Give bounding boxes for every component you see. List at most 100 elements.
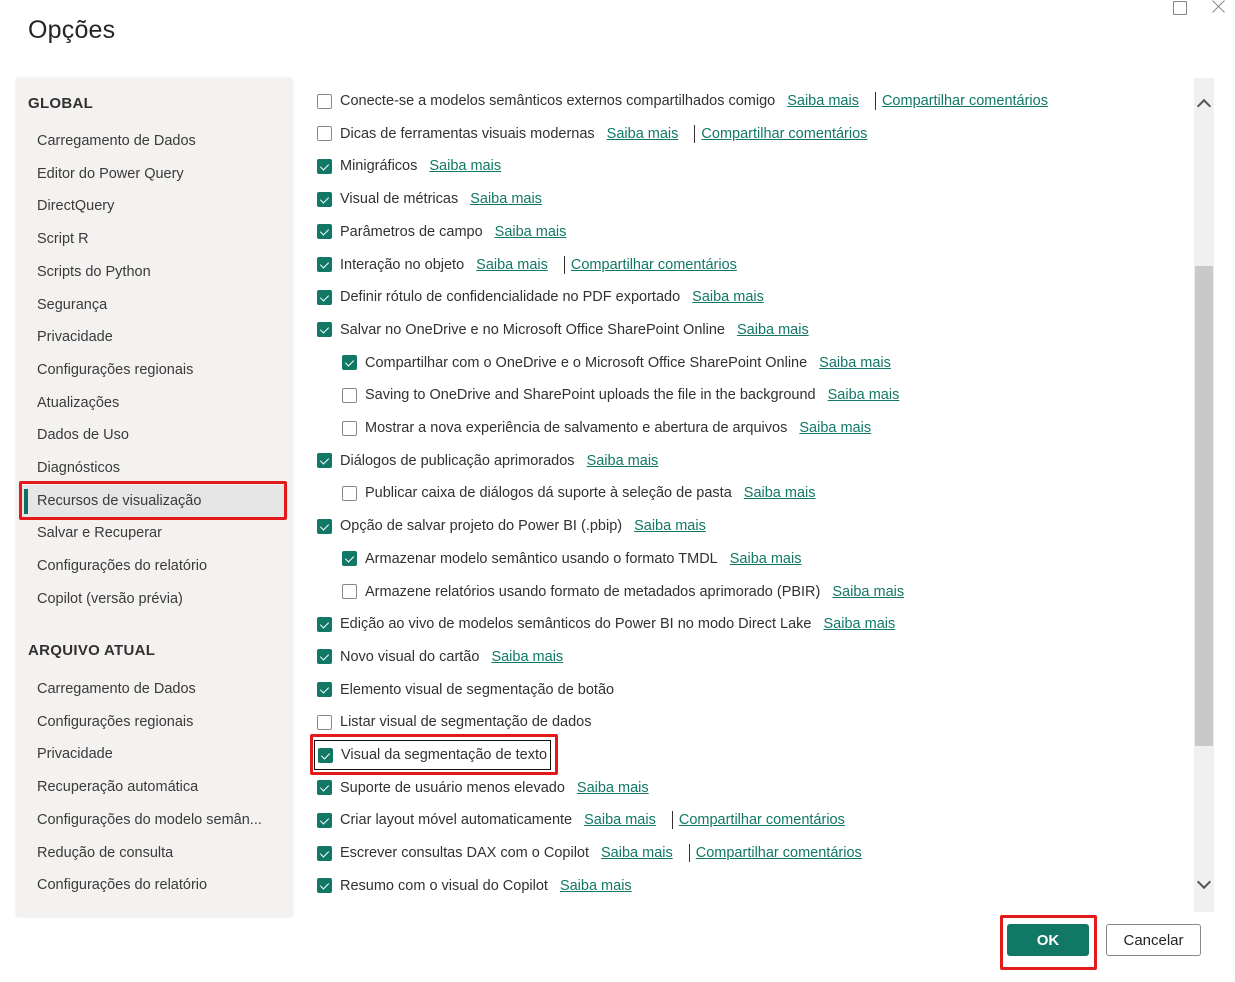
learn-more-link[interactable]: Saiba mais	[634, 518, 706, 534]
option-label[interactable]: Definir rótulo de confidencialidade no P…	[340, 289, 680, 305]
checkbox-checked[interactable]	[318, 747, 333, 763]
checkbox-checked[interactable]	[317, 158, 332, 174]
option-label[interactable]: Dicas de ferramentas visuais modernas	[340, 126, 595, 142]
learn-more-link[interactable]: Saiba mais	[824, 616, 896, 632]
learn-more-link[interactable]: Saiba mais	[607, 126, 679, 142]
checkbox-checked[interactable]	[317, 191, 332, 207]
sidebar-item-global[interactable]: Script R	[20, 223, 288, 256]
sidebar-item-global[interactable]: Diagnósticos	[20, 452, 288, 485]
checkbox-unchecked[interactable]	[342, 485, 357, 501]
option-label[interactable]: Armazene relatórios usando formato de me…	[365, 584, 820, 600]
checkbox-unchecked[interactable]	[342, 420, 357, 436]
option-label[interactable]: Opção de salvar projeto do Power BI (.pb…	[340, 518, 622, 534]
option-label[interactable]: Armazenar modelo semântico usando o form…	[365, 551, 718, 567]
learn-more-link[interactable]: Saiba mais	[476, 257, 548, 273]
sidebar-item-global[interactable]: Segurança	[20, 289, 288, 322]
option-label[interactable]: Escrever consultas DAX com o Copilot	[340, 845, 589, 861]
learn-more-link[interactable]: Saiba mais	[491, 649, 563, 665]
checkbox-checked[interactable]	[342, 551, 357, 567]
share-feedback-link[interactable]: Compartilhar comentários	[882, 93, 1048, 109]
sidebar-item-global[interactable]: Dados de Uso	[20, 419, 288, 452]
checkbox-unchecked[interactable]	[317, 93, 332, 109]
option-label[interactable]: Diálogos de publicação aprimorados	[340, 453, 575, 469]
scrollbar-thumb[interactable]	[1195, 266, 1213, 746]
sidebar-item-current-file[interactable]: Carregamento de Dados	[20, 673, 288, 706]
learn-more-link[interactable]: Saiba mais	[560, 878, 632, 894]
learn-more-link[interactable]: Saiba mais	[832, 584, 904, 600]
option-label[interactable]: Parâmetros de campo	[340, 224, 483, 240]
share-feedback-link[interactable]: Compartilhar comentários	[679, 812, 845, 828]
option-label[interactable]: Mostrar a nova experiência de salvamento…	[365, 420, 787, 436]
option-label[interactable]: Suporte de usuário menos elevado	[340, 780, 565, 796]
learn-more-link[interactable]: Saiba mais	[470, 191, 542, 207]
share-feedback-link[interactable]: Compartilhar comentários	[696, 845, 862, 861]
learn-more-link[interactable]: Saiba mais	[799, 420, 871, 436]
sidebar-item-global[interactable]: Scripts do Python	[20, 256, 288, 289]
learn-more-link[interactable]: Saiba mais	[429, 158, 501, 174]
checkbox-checked[interactable]	[317, 453, 332, 469]
option-label[interactable]: Compartilhar com o OneDrive e o Microsof…	[365, 355, 807, 371]
sidebar-item-current-file[interactable]: Configurações do relatório	[20, 869, 288, 902]
checkbox-checked[interactable]	[317, 257, 332, 272]
learn-more-link[interactable]: Saiba mais	[587, 453, 659, 469]
chevron-down-icon[interactable]	[1194, 876, 1214, 896]
sidebar-item-global[interactable]: Configurações regionais	[20, 354, 288, 387]
checkbox-checked[interactable]	[317, 322, 332, 338]
checkbox-checked[interactable]	[317, 812, 332, 828]
option-label[interactable]: Conecte-se a modelos semânticos externos…	[340, 93, 775, 109]
sidebar-item-global[interactable]: Editor do Power Query	[20, 158, 288, 191]
sidebar-item-global[interactable]: Configurações do relatório	[20, 550, 288, 583]
option-label[interactable]: Elemento visual de segmentação de botão	[340, 682, 614, 698]
checkbox-checked[interactable]	[317, 780, 332, 796]
option-label[interactable]: Publicar caixa de diálogos dá suporte à …	[365, 485, 732, 501]
sidebar-item-current-file[interactable]: Configurações do modelo semân...	[20, 804, 288, 837]
option-label[interactable]: Saving to OneDrive and SharePoint upload…	[365, 387, 816, 403]
option-label[interactable]: Resumo com o visual do Copilot	[340, 878, 548, 894]
checkbox-checked[interactable]	[317, 649, 332, 665]
learn-more-link[interactable]: Saiba mais	[744, 485, 816, 501]
option-label[interactable]: Visual da segmentação de texto	[341, 747, 547, 763]
option-label[interactable]: Edição ao vivo de modelos semânticos do …	[340, 616, 812, 632]
sidebar-item-current-file[interactable]: Configurações regionais	[20, 706, 288, 739]
sidebar-item-current-file[interactable]: Privacidade	[20, 738, 288, 771]
close-icon[interactable]	[1208, 0, 1228, 16]
sidebar-item-current-file[interactable]: Recuperação automática	[20, 771, 288, 804]
option-label[interactable]: Listar visual de segmentação de dados	[340, 714, 592, 730]
learn-more-link[interactable]: Saiba mais	[730, 551, 802, 567]
checkbox-checked[interactable]	[317, 616, 332, 632]
cancel-button[interactable]: Cancelar	[1106, 924, 1201, 956]
learn-more-link[interactable]: Saiba mais	[577, 780, 649, 796]
sidebar-item-global[interactable]: Copilot (versão prévia)	[20, 583, 288, 616]
option-label[interactable]: Minigráficos	[340, 158, 417, 174]
chevron-up-icon[interactable]	[1194, 94, 1214, 114]
sidebar-item-global[interactable]: Salvar e Recuperar	[20, 517, 288, 550]
sidebar-item-current-file[interactable]: Redução de consulta	[20, 837, 288, 870]
option-label[interactable]: Salvar no OneDrive e no Microsoft Office…	[340, 322, 725, 338]
option-label[interactable]: Novo visual do cartão	[340, 649, 479, 665]
learn-more-link[interactable]: Saiba mais	[828, 387, 900, 403]
checkbox-checked[interactable]	[317, 682, 332, 698]
checkbox-unchecked[interactable]	[317, 714, 332, 730]
learn-more-link[interactable]: Saiba mais	[819, 355, 891, 371]
checkbox-unchecked[interactable]	[317, 126, 332, 142]
checkbox-checked[interactable]	[317, 289, 332, 305]
checkbox-unchecked[interactable]	[342, 584, 357, 599]
learn-more-link[interactable]: Saiba mais	[584, 812, 656, 828]
checkbox-checked[interactable]	[317, 878, 332, 894]
option-label[interactable]: Criar layout móvel automaticamente	[340, 812, 572, 828]
learn-more-link[interactable]: Saiba mais	[495, 224, 567, 240]
checkbox-unchecked[interactable]	[342, 387, 357, 403]
option-label[interactable]: Visual de métricas	[340, 191, 458, 207]
sidebar-item-global[interactable]: Carregamento de Dados	[20, 125, 288, 158]
sidebar-item-global[interactable]: Privacidade	[20, 321, 288, 354]
ok-button[interactable]: OK	[1007, 924, 1089, 956]
checkbox-checked[interactable]	[342, 355, 357, 371]
checkbox-checked[interactable]	[317, 518, 332, 534]
learn-more-link[interactable]: Saiba mais	[737, 322, 809, 338]
vertical-scrollbar[interactable]	[1194, 78, 1214, 912]
sidebar-item-global[interactable]: Recursos de visualização	[20, 484, 288, 518]
learn-more-link[interactable]: Saiba mais	[692, 289, 764, 305]
sidebar-item-global[interactable]: Atualizações	[20, 387, 288, 420]
checkbox-checked[interactable]	[317, 224, 332, 240]
option-label[interactable]: Interação no objeto	[340, 257, 464, 273]
